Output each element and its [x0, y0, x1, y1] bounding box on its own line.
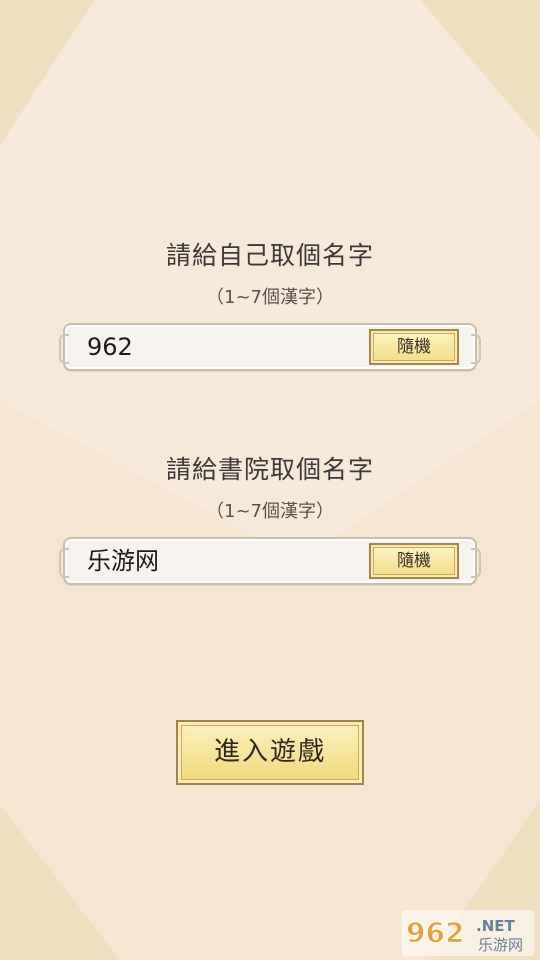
- watermark-brand-text: 962: [406, 916, 464, 949]
- watermark-suffix-text: .NET: [476, 917, 515, 935]
- create-character-screen: 請給自己取個名字 （1~7個漢字） 隨機 請給書院取個名字 （1~7個漢字） 隨…: [0, 0, 540, 960]
- player-name-input[interactable]: [87, 325, 357, 369]
- watermark-tagline-text: 乐游网: [478, 936, 523, 954]
- player-name-prompt: 請給自己取個名字: [165, 241, 374, 270]
- academy-name-input[interactable]: [87, 539, 357, 583]
- player-name-field: 隨機: [59, 323, 481, 371]
- player-name-random-button[interactable]: 隨機: [369, 329, 459, 365]
- academy-name-prompt: 請給書院取個名字: [165, 455, 374, 484]
- academy-name-random-button[interactable]: 隨機: [369, 543, 459, 579]
- academy-name-hint: （1~7個漢字）: [206, 501, 334, 522]
- player-name-hint: （1~7個漢字）: [206, 287, 334, 308]
- site-watermark-logo: 962 .NET 乐游网: [402, 910, 534, 956]
- academy-name-field: 隨機: [59, 537, 481, 585]
- enter-game-button[interactable]: 進入遊戲: [176, 720, 364, 785]
